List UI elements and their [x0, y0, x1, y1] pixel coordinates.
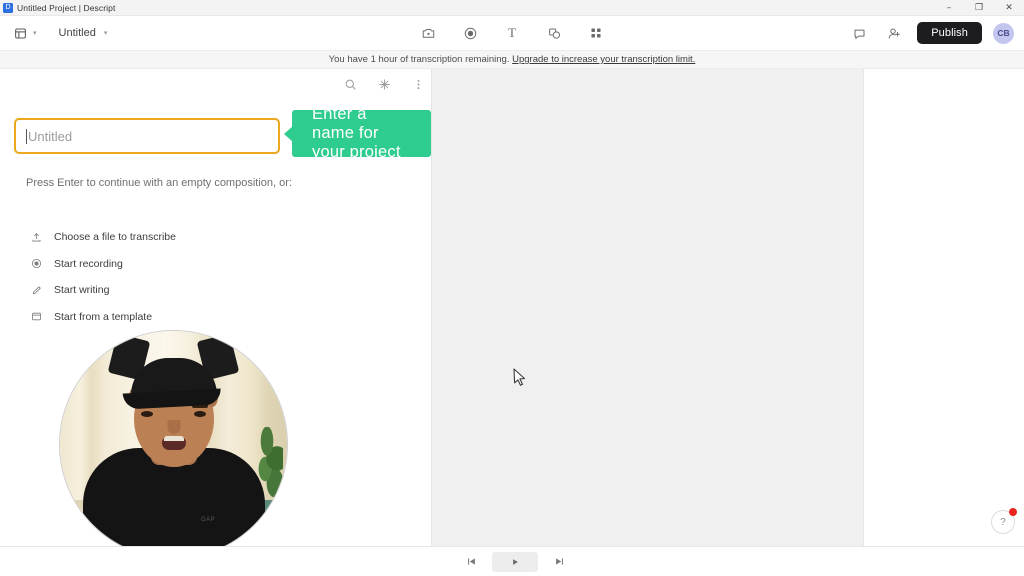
more-options-icon[interactable]: [408, 74, 428, 94]
transport-bar: [0, 546, 1024, 576]
project-name-placeholder: Untitled: [28, 128, 73, 144]
option-start-writing[interactable]: Start writing: [30, 277, 176, 304]
skip-to-end-icon[interactable]: [548, 553, 570, 571]
play-button[interactable]: [492, 551, 538, 572]
publish-button[interactable]: Publish: [917, 22, 982, 44]
window-controls: – ❒ ✕: [934, 0, 1024, 16]
record-circle-icon: [30, 258, 43, 269]
script-panel-toolbar: [340, 74, 428, 94]
window-titlebar: D Untitled Project | Descript – ❒ ✕: [0, 0, 1024, 16]
comment-icon[interactable]: [847, 21, 871, 45]
main-body: Untitled Enter a name for your project P…: [0, 69, 1024, 576]
close-button[interactable]: ✕: [994, 0, 1024, 16]
project-name-label[interactable]: Untitled: [59, 27, 96, 39]
ai-sparkle-icon[interactable]: [374, 74, 394, 94]
app-header: ▾ Untitled ▾ T Publish CB: [0, 16, 1024, 51]
add-person-icon[interactable]: [882, 21, 906, 45]
upgrade-link[interactable]: Upgrade to increase your transcription l…: [512, 54, 695, 65]
media-capture-icon[interactable]: [416, 21, 440, 45]
upload-icon: [30, 232, 43, 243]
template-window-icon: [30, 311, 43, 322]
help-button[interactable]: ?: [991, 508, 1017, 534]
script-panel: Untitled Enter a name for your project P…: [0, 69, 432, 559]
help-label: ?: [1000, 516, 1006, 528]
start-options-list: Choose a file to transcribe Start record…: [30, 224, 176, 330]
onboarding-callout: Enter a name for your project: [284, 105, 431, 161]
notification-dot: [1009, 508, 1017, 516]
video-canvas[interactable]: [432, 69, 864, 546]
text-caret: [26, 128, 27, 144]
record-icon[interactable]: [458, 21, 482, 45]
search-icon[interactable]: [340, 74, 360, 94]
option-label: Start writing: [54, 284, 110, 297]
pencil-icon: [30, 285, 43, 296]
option-label: Start from a template: [54, 310, 153, 323]
text-icon[interactable]: T: [500, 21, 524, 45]
banner-text: You have 1 hour of transcription remaini…: [328, 54, 510, 65]
minimize-button[interactable]: –: [934, 0, 964, 16]
layout-menu-chevron-down-icon[interactable]: ▾: [33, 29, 37, 37]
callout-arrow-icon: [284, 125, 293, 142]
maximize-button[interactable]: ❒: [964, 0, 994, 16]
avatar[interactable]: CB: [993, 22, 1014, 44]
descript-icon: D: [3, 2, 13, 13]
webcam-eye-left: [141, 411, 153, 417]
webcam-nose: [167, 420, 180, 434]
text-icon-glyph: T: [508, 25, 516, 40]
apps-grid-icon[interactable]: [584, 21, 608, 45]
layout-menu-icon[interactable]: [12, 25, 29, 42]
callout-text: Enter a name for your project: [312, 105, 401, 161]
webcam-preview-thumbnail[interactable]: GAP: [59, 330, 288, 559]
empty-composition-hint: Press Enter to continue with an empty co…: [26, 177, 292, 189]
header-right-group: Publish CB: [847, 21, 1024, 45]
project-name-input[interactable]: Untitled: [14, 118, 280, 154]
transcription-banner: You have 1 hour of transcription remaini…: [0, 51, 1024, 69]
right-sidebar: [865, 69, 1024, 546]
option-start-from-template[interactable]: Start from a template: [30, 304, 176, 331]
option-choose-file[interactable]: Choose a file to transcribe: [30, 224, 176, 251]
descript-app-window: D Untitled Project | Descript – ❒ ✕ ▾ Un…: [0, 0, 1024, 576]
webcam-eye-right: [194, 411, 206, 417]
option-start-recording[interactable]: Start recording: [30, 251, 176, 278]
option-label: Choose a file to transcribe: [54, 231, 176, 244]
project-chevron-down-icon[interactable]: ▾: [104, 29, 108, 37]
window-title: Untitled Project | Descript: [17, 2, 116, 13]
option-label: Start recording: [54, 257, 123, 270]
skip-to-start-icon[interactable]: [460, 553, 482, 571]
header-left-group: ▾ Untitled ▾: [0, 25, 107, 42]
playback-controls: [460, 551, 570, 572]
webcam-teeth: [163, 436, 184, 441]
webcam-shirt-logo: GAP: [201, 517, 216, 523]
shapes-icon[interactable]: [542, 21, 566, 45]
header-toolbar: T: [416, 21, 608, 45]
project-name-input-wrapper: Untitled: [14, 118, 280, 154]
